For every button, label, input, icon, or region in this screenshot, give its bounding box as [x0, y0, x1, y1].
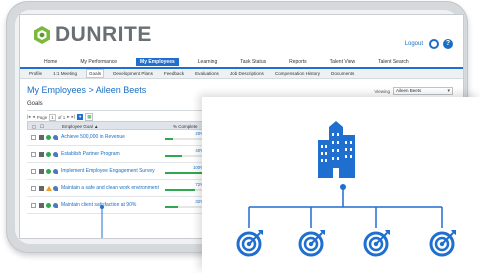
tab-meeting[interactable]: 1:1 Meeting — [51, 70, 79, 77]
help-icon[interactable]: ? — [443, 39, 453, 49]
progress-bar — [165, 138, 207, 140]
main-nav: Home My Performance My Employees Learnin… — [40, 57, 428, 67]
progress-bar-fill — [165, 189, 196, 191]
row-checkbox[interactable] — [31, 186, 36, 191]
progress-bar-fill — [165, 155, 182, 157]
logo-mark-icon — [32, 25, 52, 45]
tab-evaluations[interactable]: Evaluations — [193, 70, 221, 77]
progress-bar — [165, 155, 207, 157]
tab-compensation-history[interactable]: Compensation History — [273, 70, 322, 77]
percent-complete-label: 40% — [195, 148, 204, 153]
target-icon — [298, 230, 325, 257]
owner-icon — [53, 169, 58, 174]
last-page-icon[interactable]: ▸| — [72, 114, 75, 120]
status-circle-icon — [46, 203, 51, 208]
row-checkbox[interactable] — [31, 152, 36, 157]
status-warning-icon — [46, 186, 52, 191]
goal-link[interactable]: Maintain client satisfaction at 90% — [61, 202, 136, 208]
owner-icon — [53, 203, 58, 208]
owner-icon — [53, 135, 58, 140]
sub-nav: Profile 1:1 Meeting Goals Development Pl… — [20, 69, 463, 79]
page-title: My Employees > Aileen Beets — [27, 85, 147, 95]
tab-feedback[interactable]: Feedback — [162, 70, 186, 77]
nav-item-learning[interactable]: Learning — [194, 58, 221, 66]
row-menu-icon[interactable] — [39, 186, 44, 191]
viewing-control: Viewing Aileen Beets — [374, 87, 453, 95]
goal-link[interactable]: Establish Partner Program — [61, 151, 120, 157]
nav-item-talent-search[interactable]: Talent Search — [374, 58, 413, 66]
progress-bar-fill — [165, 172, 207, 174]
row-menu-icon[interactable] — [39, 203, 44, 208]
prev-page-icon[interactable]: ◂ — [32, 114, 34, 120]
viewing-label: Viewing — [374, 88, 390, 94]
target-icon — [236, 230, 263, 257]
percent-complete-label: 72% — [195, 182, 204, 187]
goal-link[interactable]: Achieve 500,000 in Revenue — [61, 134, 125, 140]
row-menu-icon[interactable] — [39, 152, 44, 157]
page-number-input[interactable]: 1 — [49, 113, 56, 121]
tab-profile[interactable]: Profile — [27, 70, 44, 77]
status-circle-icon — [46, 135, 51, 140]
tab-job-descriptions[interactable]: Job Descriptions — [228, 70, 266, 77]
page-size-select[interactable]: ▾ — [76, 114, 84, 120]
building-icon — [318, 121, 355, 178]
tab-development-plans[interactable]: Development Plans — [111, 70, 155, 77]
row-menu-icon[interactable] — [39, 169, 44, 174]
next-page-icon[interactable]: ▸ — [67, 114, 69, 120]
header-actions: Logout ? — [405, 39, 453, 49]
progress-bar — [165, 172, 207, 174]
percent-complete-label: 100% — [193, 165, 204, 170]
row-checkbox[interactable] — [31, 203, 36, 208]
progress-bar — [165, 206, 207, 208]
app-logo: DUNRITE — [32, 23, 152, 46]
target-icon — [363, 230, 390, 257]
owner-icon — [53, 152, 58, 157]
percent-complete-label: 32% — [195, 199, 204, 204]
column-header-complete[interactable]: % Complete — [173, 124, 198, 129]
target-icon — [429, 230, 456, 257]
app-name: DUNRITE — [55, 23, 152, 46]
nav-item-reports[interactable]: Reports — [285, 58, 311, 66]
nav-item-talent-view[interactable]: Talent View — [326, 58, 359, 66]
first-page-icon[interactable]: |◂ — [27, 114, 30, 120]
gear-icon[interactable] — [429, 39, 439, 49]
page-of-label: of 1 — [57, 114, 66, 120]
column-header-goal[interactable]: Employee Goal ▲ — [62, 124, 98, 129]
pager: |◂ ◂ Page 1 of 1 ▸ ▸| ▾ ▦ — [27, 113, 94, 121]
owner-icon — [53, 186, 58, 191]
page-label: Page — [36, 114, 48, 120]
percent-complete-label: 20% — [195, 131, 204, 136]
progress-bar — [165, 189, 207, 191]
logout-link[interactable]: Logout — [405, 41, 423, 47]
row-menu-icon[interactable] — [39, 135, 44, 140]
row-checkbox[interactable] — [31, 135, 36, 140]
goal-link[interactable]: Implement Employee Engagement Survey — [61, 168, 155, 174]
progress-bar-fill — [165, 138, 174, 140]
status-circle-icon — [46, 169, 51, 174]
export-icon[interactable]: ▦ — [85, 113, 94, 121]
nav-item-home[interactable]: Home — [40, 58, 61, 66]
nav-item-my-employees[interactable]: My Employees — [136, 58, 179, 66]
goal-link[interactable]: Maintain a safe and clean work environme… — [61, 185, 159, 191]
viewing-select[interactable]: Aileen Beets — [393, 87, 453, 95]
nav-item-task-status[interactable]: Task Status — [236, 58, 270, 66]
tab-goals[interactable]: Goals — [86, 69, 105, 78]
org-goal-overlay — [202, 97, 480, 273]
goals-section-title: Goals — [27, 101, 43, 107]
tab-documents[interactable]: Documents — [329, 70, 356, 77]
status-circle-icon — [46, 152, 51, 157]
nav-item-my-performance[interactable]: My Performance — [76, 58, 121, 66]
row-checkbox[interactable] — [31, 169, 36, 174]
progress-bar-fill — [165, 206, 179, 208]
